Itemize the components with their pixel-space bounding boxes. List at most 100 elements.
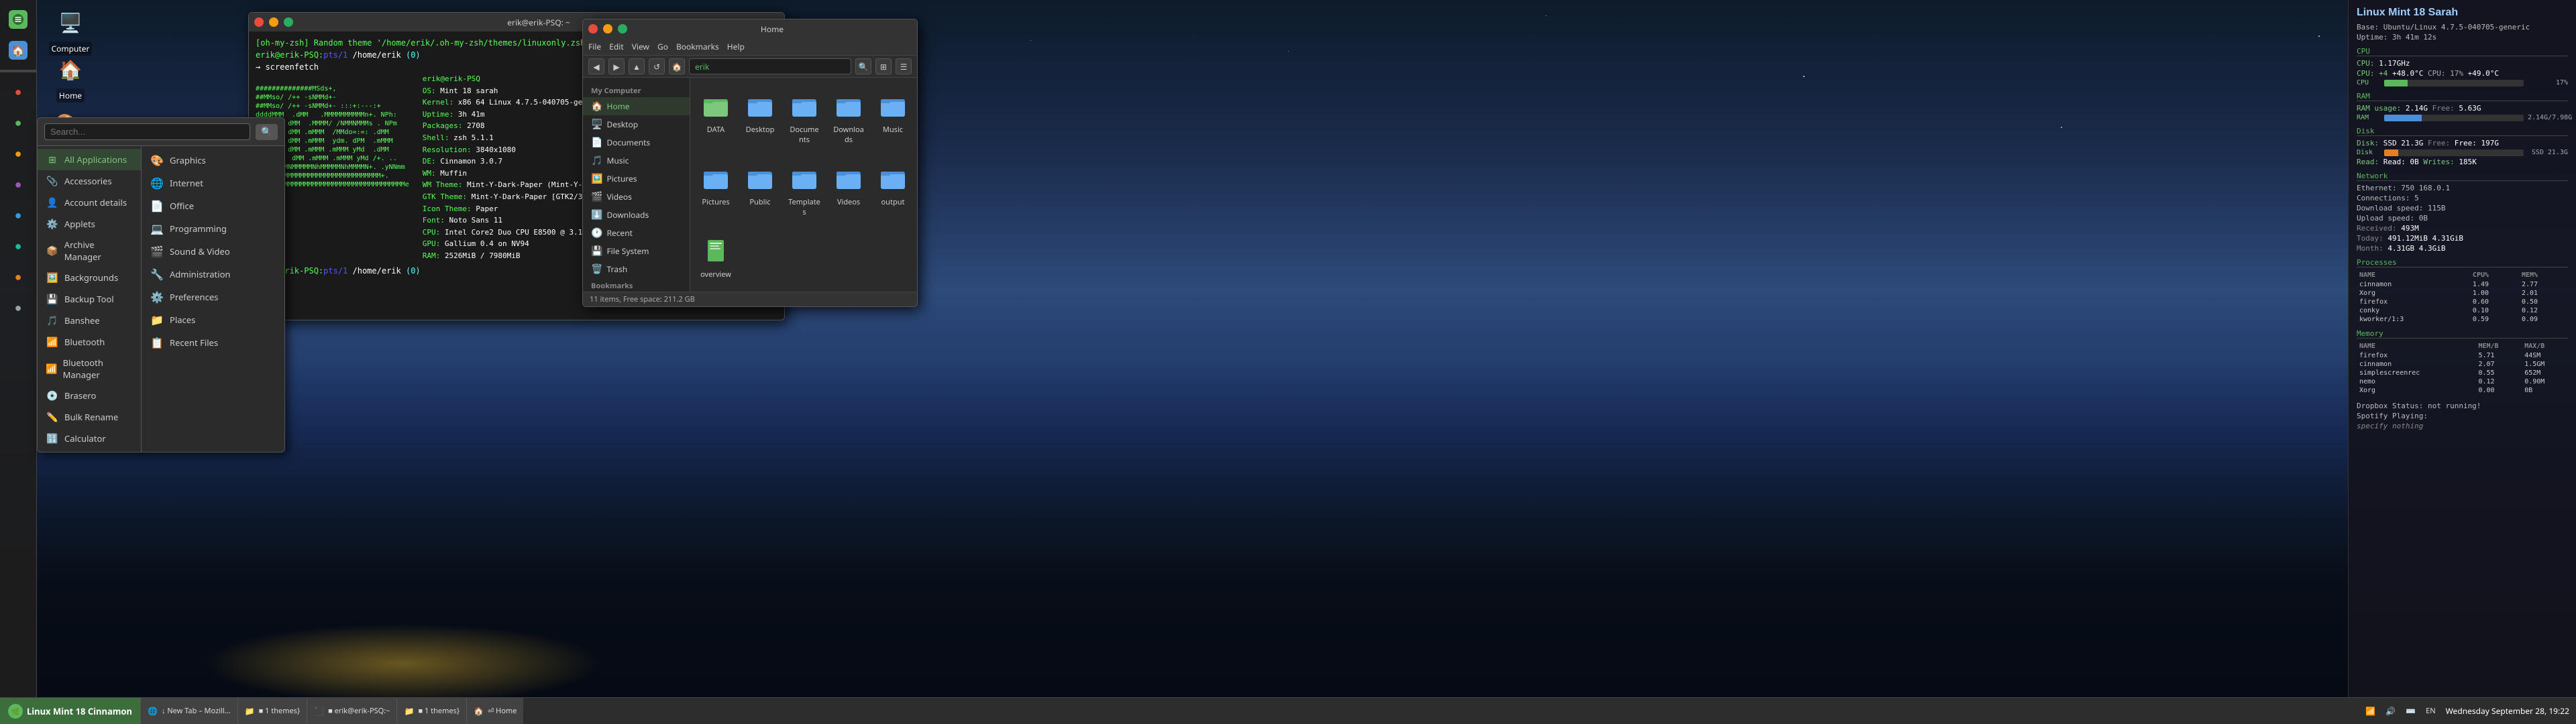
panel-item-1[interactable]: ●	[4, 78, 32, 106]
backup-label: Backup Tool	[64, 293, 114, 305]
sysmon-dropbox-status: Dropbox Status: not running!	[2357, 402, 2568, 410]
fm-list-view-button[interactable]: ☰	[896, 58, 912, 74]
taskbar-tray-net: 📶	[2365, 705, 2375, 717]
fm-grid-view-button[interactable]: ⊞	[875, 58, 892, 74]
menu-cat-calculator[interactable]: 🔢 Calculator	[38, 428, 141, 449]
fm-up-button[interactable]: ▲	[629, 58, 645, 74]
menu-all-applications[interactable]: ⊞ All Applications	[38, 149, 141, 170]
taskbar-app-firefox[interactable]: 🌐 ↓ New Tab – Mozill...	[140, 698, 237, 724]
fm-file-videos[interactable]: Videos	[830, 157, 867, 223]
menu-cat-account[interactable]: 👤 Account details	[38, 192, 141, 213]
menu-cat-archive[interactable]: 📦 Archive Manager	[38, 235, 141, 267]
panel-item-3[interactable]: ●	[4, 139, 32, 168]
menu-search-button[interactable]: 🔍	[256, 124, 278, 140]
fm-file-templates[interactable]: Templates	[786, 157, 823, 223]
applets-label: Applets	[64, 218, 95, 230]
taskbar-themes2-icon: 📁	[404, 705, 414, 717]
menu-app-internet[interactable]: 🌐 Internet	[142, 172, 284, 194]
fm-search-button[interactable]: 🔍	[855, 58, 871, 74]
sysmon-received-val: 493M	[2401, 224, 2419, 233]
terminal-maximize-button[interactable]	[284, 17, 293, 27]
taskbar-app-terminal[interactable]: ⬛ ■ erik@erik-PSQ:~	[307, 698, 396, 724]
fm-menu-go[interactable]: Go	[657, 41, 668, 52]
filemanager-close-button[interactable]	[588, 24, 598, 34]
desktop-icon-computer[interactable]: 🖥️ Computer	[44, 7, 97, 56]
fm-sidebar-desktop[interactable]: 🖥️ Desktop	[583, 115, 690, 133]
menu-app-admin[interactable]: 🔧 Administration	[142, 263, 284, 286]
fm-menu-view[interactable]: View	[632, 41, 649, 52]
menu-cat-brasero[interactable]: 💿 Brasero	[38, 385, 141, 406]
menu-cat-accessories[interactable]: 📎 Accessories	[38, 170, 141, 192]
fm-back-button[interactable]: ◀	[588, 58, 604, 74]
menu-app-places[interactable]: 📁 Places	[142, 308, 284, 331]
menu-cat-catfish[interactable]: 🔍 Catfish File Search	[38, 449, 141, 452]
filemanager-path-bar[interactable]: erik	[689, 58, 851, 74]
fm-sidebar-filesystem[interactable]: 💾 File System	[583, 242, 690, 260]
filemanager-minimize-button[interactable]	[603, 24, 612, 34]
proc-xorg-cpu: 1.00	[2470, 289, 2519, 298]
menu-cat-bulk-rename[interactable]: ✏️ Bulk Rename	[38, 406, 141, 428]
fm-file-data[interactable]: DATA	[697, 84, 735, 150]
fm-menu-file[interactable]: File	[588, 41, 601, 52]
menu-cat-applets[interactable]: ⚙️ Applets	[38, 213, 141, 235]
menu-app-recent[interactable]: 📋 Recent Files	[142, 331, 284, 354]
fm-file-public[interactable]: Public	[741, 157, 779, 223]
taskbar-app-themes[interactable]: 📁 ■ 1 themes}	[237, 698, 307, 724]
panel-item-4[interactable]: ●	[4, 170, 32, 198]
fm-file-overview[interactable]: overview	[697, 229, 735, 285]
menu-app-sound-video[interactable]: 🎬 Sound & Video	[142, 240, 284, 263]
taskbar-mint-menu-button[interactable]: 🌿 Linux Mint 18 Cinnamon	[0, 698, 140, 724]
sysmon-cpu-bar-outer	[2384, 80, 2524, 86]
fm-sidebar-pictures[interactable]: 🖼️ Pictures	[583, 170, 690, 188]
fm-menu-bookmarks[interactable]: Bookmarks	[676, 41, 719, 52]
panel-icon-8: ●	[9, 298, 28, 317]
fm-file-downloads[interactable]: Downloads	[830, 84, 867, 150]
fm-menu-help[interactable]: Help	[727, 41, 745, 52]
taskbar-left: 🌿 Linux Mint 18 Cinnamon 🌐 ↓ New Tab – M…	[0, 698, 523, 724]
fm-refresh-button[interactable]: ↺	[649, 58, 665, 74]
fm-sidebar-documents[interactable]: 📄 Documents	[583, 133, 690, 152]
terminal-minimize-button[interactable]	[269, 17, 278, 27]
fm-home-button[interactable]: 🏠	[669, 58, 685, 74]
fm-forward-button[interactable]: ▶	[608, 58, 625, 74]
panel-icon-3: ●	[9, 144, 28, 163]
fm-file-music[interactable]: Music	[874, 84, 912, 150]
fm-sidebar-recent[interactable]: 🕐 Recent	[583, 224, 690, 242]
panel-menu-button[interactable]	[4, 5, 32, 34]
menu-app-office[interactable]: 📄 Office	[142, 194, 284, 217]
fm-sidebar-videos[interactable]: 🎬 Videos	[583, 188, 690, 206]
menu-cat-backup[interactable]: 💾 Backup Tool	[38, 288, 141, 310]
fm-file-pictures[interactable]: Pictures	[697, 157, 735, 223]
panel-item-8[interactable]: ●	[4, 294, 32, 322]
panel-item-5[interactable]: ●	[4, 201, 32, 229]
panel-item-6[interactable]: ●	[4, 232, 32, 260]
fm-sidebar-trash[interactable]: 🗑️ Trash	[583, 260, 690, 278]
menu-cat-banshee[interactable]: 🎵 Banshee	[38, 310, 141, 331]
menu-search-input[interactable]	[44, 123, 250, 140]
fm-file-output[interactable]: output	[874, 157, 912, 223]
fm-sidebar-music[interactable]: 🎵 Music	[583, 152, 690, 170]
terminal-close-button[interactable]	[254, 17, 264, 27]
filemanager-maximize-button[interactable]	[618, 24, 627, 34]
fm-file-documents[interactable]: Documents	[786, 84, 823, 150]
desktop-icon-home[interactable]: 🏠 Home	[44, 54, 97, 103]
mem-nemo-name: nemo	[2357, 377, 2475, 386]
menu-app-prefs[interactable]: ⚙️ Preferences	[142, 286, 284, 308]
menu-app-graphics[interactable]: 🎨 Graphics	[142, 149, 284, 172]
panel-item-7[interactable]: ●	[4, 263, 32, 291]
panel-home-button[interactable]: 🏠	[4, 36, 32, 64]
menu-cat-backgrounds[interactable]: 🖼️ Backgrounds	[38, 267, 141, 288]
menu-cat-bt-manager[interactable]: 📶 Bluetooth Manager	[38, 353, 141, 385]
fm-menu-edit[interactable]: Edit	[609, 41, 623, 52]
taskbar-mint-label: Linux Mint 18 Cinnamon	[27, 705, 132, 717]
taskbar-tray-num: EN	[2426, 706, 2435, 716]
fm-sidebar-home[interactable]: 🏠 Home	[583, 97, 690, 115]
menu-app-programming[interactable]: 💻 Programming	[142, 217, 284, 240]
proc-xorg-mem: 2.01	[2519, 289, 2568, 298]
fm-file-desktop[interactable]: Desktop	[741, 84, 779, 150]
fm-sidebar-downloads[interactable]: ⬇️ Downloads	[583, 206, 690, 224]
panel-item-2[interactable]: ●	[4, 109, 32, 137]
menu-cat-bluetooth[interactable]: 📶 Bluetooth	[38, 331, 141, 353]
taskbar-app-home[interactable]: 🏠 ⏎ Home	[466, 698, 523, 724]
taskbar-app-themes2[interactable]: 📁 ■ 1 themes}	[396, 698, 466, 724]
